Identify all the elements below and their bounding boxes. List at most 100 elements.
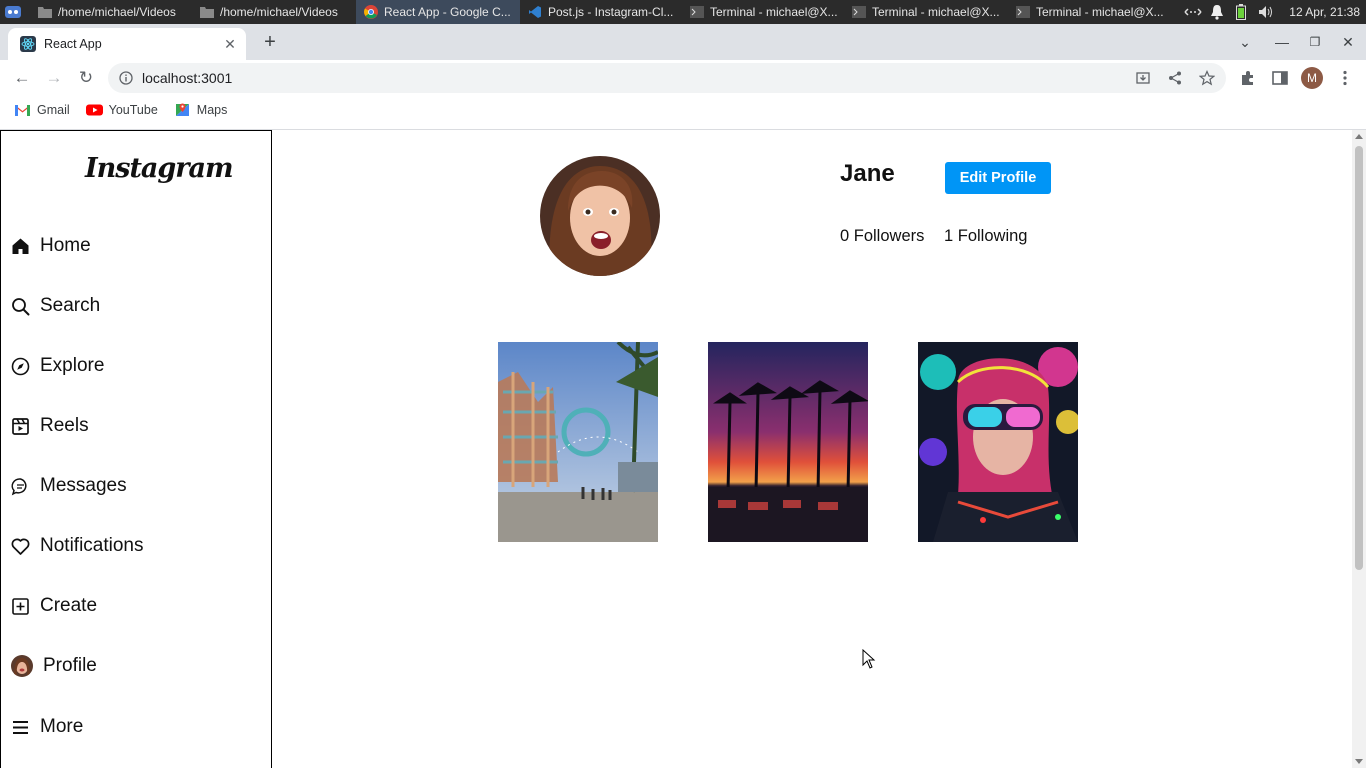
taskbar-item-chrome[interactable]: React App - Google C...	[356, 0, 520, 24]
sidebar-item-label: Profile	[43, 655, 97, 676]
bookmark-label: YouTube	[108, 103, 158, 117]
scroll-up-icon[interactable]	[1355, 134, 1363, 139]
bookmarks-bar: Gmail YouTube Maps	[0, 96, 1366, 124]
app-menu-icon[interactable]	[4, 3, 22, 21]
network-icon[interactable]	[1184, 5, 1202, 19]
side-panel-icon[interactable]	[1271, 69, 1289, 87]
bookmark-youtube[interactable]: YouTube	[85, 103, 158, 117]
sidebar-item-reels[interactable]: Reels	[11, 411, 89, 441]
extensions-icon[interactable]	[1239, 69, 1257, 87]
home-icon	[12, 238, 29, 254]
taskbar-item-terminal-1[interactable]: Terminal - michael@X...	[682, 0, 844, 24]
browser-profile-avatar[interactable]: M	[1301, 67, 1323, 89]
tab-search-icon[interactable]: ⌄	[1233, 30, 1257, 54]
followers-count[interactable]: 0 Followers	[840, 227, 924, 246]
sidebar-item-label: Search	[40, 295, 101, 316]
battery-icon[interactable]	[1236, 4, 1246, 20]
forward-button[interactable]: →	[42, 66, 66, 90]
taskbar-item-label: Terminal - michael@X...	[872, 5, 1000, 19]
heart-icon	[11, 538, 30, 555]
bell-icon[interactable]	[1210, 4, 1224, 20]
more-menu-icon[interactable]	[1336, 69, 1354, 87]
mouse-cursor	[862, 649, 876, 669]
terminal-icon	[690, 6, 704, 18]
post-thumbnail-neon-portrait[interactable]	[918, 342, 1078, 542]
post-thumbnail-roller-coaster[interactable]	[498, 342, 658, 542]
taskbar-item-label: /home/michael/Videos	[220, 5, 338, 19]
back-button[interactable]: ←	[10, 66, 34, 90]
sidebar-item-label: Messages	[40, 475, 127, 496]
sidebar-item-messages[interactable]: Messages	[11, 471, 127, 501]
share-icon[interactable]	[1167, 70, 1183, 86]
site-info-icon[interactable]	[119, 71, 133, 85]
volume-icon[interactable]	[1258, 5, 1274, 19]
maps-icon	[175, 103, 189, 116]
tab-react-app[interactable]: React App ✕	[8, 28, 246, 60]
taskbar-item-terminal-3[interactable]: Terminal - michael@X...	[1008, 0, 1176, 24]
taskbar-item-label: Terminal - michael@X...	[710, 5, 838, 19]
new-tab-button[interactable]: +	[258, 30, 282, 54]
sidebar-item-label: Create	[40, 595, 98, 616]
sidebar-item-explore[interactable]: Explore	[11, 351, 104, 381]
bookmark-gmail[interactable]: Gmail	[14, 103, 70, 117]
system-tray	[1184, 0, 1274, 24]
vscode-icon	[529, 6, 541, 18]
sidebar-item-home[interactable]: Home	[11, 231, 91, 261]
minimize-button[interactable]: —	[1270, 30, 1294, 54]
terminal-icon	[852, 6, 866, 18]
youtube-icon	[85, 104, 103, 116]
scroll-down-icon[interactable]	[1355, 759, 1363, 764]
profile-username: Jane	[840, 160, 895, 187]
sidebar-item-label: Reels	[40, 415, 89, 436]
react-icon	[20, 36, 36, 52]
folder-icon	[38, 7, 52, 18]
instagram-logo[interactable]: Instagram	[85, 153, 234, 184]
menu-icon	[13, 720, 28, 734]
star-icon[interactable]	[1199, 70, 1215, 86]
profile-avatar[interactable]	[540, 156, 660, 276]
browser-tabstrip: React App ✕	[0, 24, 1366, 60]
sidebar: Instagram Home Search Explore Reels Mess…	[0, 130, 272, 768]
sidebar-item-search[interactable]: Search	[11, 291, 100, 321]
bookmark-label: Gmail	[37, 103, 70, 117]
terminal-icon	[1016, 6, 1030, 18]
sidebar-item-notifications[interactable]: Notifications	[11, 531, 144, 561]
sidebar-item-profile[interactable]: Profile	[11, 651, 97, 681]
page-content: Instagram Home Search Explore Reels Mess…	[0, 130, 1352, 768]
search-icon	[12, 297, 30, 315]
close-window-button[interactable]: ✕	[1336, 30, 1360, 54]
post-thumbnail-palm-sunset[interactable]	[708, 342, 868, 542]
taskbar-item-files-2[interactable]: /home/michael/Videos	[192, 0, 356, 24]
sidebar-item-label: More	[40, 716, 84, 737]
page-scrollbar[interactable]	[1352, 130, 1366, 768]
bookmark-maps[interactable]: Maps	[174, 103, 228, 117]
plus-square-icon	[12, 597, 29, 615]
edit-profile-button[interactable]: Edit Profile	[945, 162, 1051, 194]
address-bar[interactable]: localhost:3001	[108, 63, 1226, 93]
avatar	[11, 655, 33, 677]
tab-title: React App	[44, 37, 102, 51]
os-taskbar: /home/michael/Videos /home/michael/Video…	[0, 0, 1366, 24]
sidebar-item-label: Home	[40, 235, 91, 256]
folder-icon	[200, 7, 214, 18]
close-tab-icon[interactable]: ✕	[222, 36, 238, 52]
compass-icon	[11, 357, 30, 375]
reload-button[interactable]: ↻	[74, 66, 98, 90]
sidebar-item-more[interactable]: More	[11, 712, 83, 742]
install-icon[interactable]	[1135, 70, 1151, 86]
taskbar-item-vscode[interactable]: Post.js - Instagram-Cl...	[520, 0, 682, 24]
sidebar-item-label: Explore	[40, 355, 105, 376]
scrollbar-thumb[interactable]	[1355, 146, 1363, 570]
taskbar-item-files-1[interactable]: /home/michael/Videos	[30, 0, 192, 24]
clock[interactable]: 12 Apr, 21:38	[1289, 0, 1360, 24]
url-text: localhost:3001	[142, 70, 233, 86]
taskbar-item-label: React App - Google C...	[384, 5, 511, 19]
bookmark-label: Maps	[196, 103, 228, 117]
taskbar-item-label: Post.js - Instagram-Cl...	[548, 5, 674, 19]
gmail-icon	[15, 105, 30, 116]
following-count[interactable]: 1 Following	[944, 227, 1027, 246]
taskbar-item-label: /home/michael/Videos	[58, 5, 176, 19]
taskbar-item-terminal-2[interactable]: Terminal - michael@X...	[844, 0, 1008, 24]
maximize-button[interactable]: ❐	[1303, 30, 1327, 54]
sidebar-item-create[interactable]: Create	[11, 591, 97, 621]
